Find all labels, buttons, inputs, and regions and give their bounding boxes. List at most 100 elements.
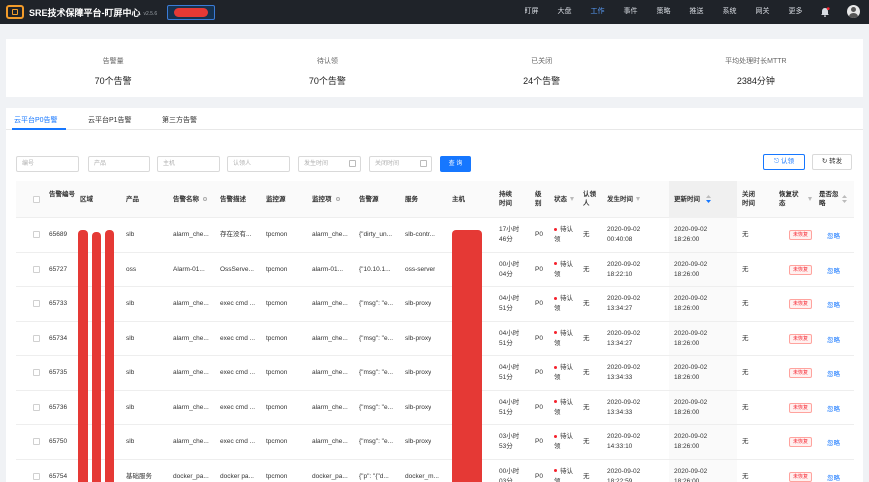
filter-icon[interactable] [570,197,574,202]
cell-status: 待认领 [554,467,573,482]
bell-icon[interactable] [819,6,831,18]
sort-icon[interactable] [842,195,847,203]
cell-service: slb-proxy [405,300,432,307]
filter-icon[interactable] [808,197,812,201]
filter-icon[interactable] [636,197,640,202]
nav-item-work[interactable]: 工作 [581,0,614,24]
table-row[interactable]: 65733 slb alarm_che... exec cmd ... tpcmon al… [16,287,854,322]
cell-claimer: 无 [583,438,590,445]
tab-cloud-p0[interactable]: 云平台P0告警 [14,115,58,125]
product-input[interactable]: 产品 [88,156,150,172]
cell-update-time: 2020-09-02 18:26:00 [674,467,707,482]
cell-update-time: 2020-09-02 18:26:00 [674,329,707,349]
col-alarm-source[interactable]: 告警源 [359,195,379,204]
ignore-link[interactable]: 忽略 [827,403,840,413]
row-checkbox[interactable] [33,472,40,480]
ignore-link[interactable]: 忽略 [827,299,840,309]
tab-third-party[interactable]: 第三方告警 [162,115,197,125]
nav-item-events[interactable]: 事件 [614,0,647,24]
ignore-link[interactable]: 忽略 [827,334,840,344]
cell-product: slb [126,438,135,445]
col-product[interactable]: 产品 [126,195,139,204]
col-item[interactable]: 监控项 [312,195,340,204]
host-input[interactable]: 主机 [157,156,220,172]
nav-item-dashboard[interactable]: 大盘 [548,0,581,24]
col-region[interactable]: 区域 [80,195,93,204]
col-item-label: 监控项 [312,196,332,203]
table-row[interactable]: 65727 oss Alarm-01... OssServe... tpcmon alar… [16,252,854,287]
table-row[interactable]: 65735 slb alarm_che... exec cmd ... tpcmon al… [16,356,854,391]
row-checkbox[interactable] [33,231,40,238]
nav-item-monitor[interactable]: 盯屏 [515,0,548,24]
ack-button[interactable]: ⎋ 认领 [763,154,805,170]
close-time-picker[interactable]: 关闭时间 [369,156,432,172]
start-time-picker[interactable]: 发生时间 [298,156,361,172]
col-status[interactable]: 状态 [554,195,574,204]
claimer-input[interactable]: 认领人 [227,156,290,172]
id-input[interactable]: 编号 [16,156,79,172]
environment-selector[interactable] [167,4,216,20]
row-checkbox[interactable] [33,369,40,376]
cell-start-time: 2020-09-02 13:34:33 [607,363,640,383]
col-host[interactable]: 主机 [452,195,465,204]
ignore-link[interactable]: 忽略 [827,265,840,275]
col-source[interactable]: 监控源 [266,195,286,204]
table-row[interactable]: 65734 slb alarm_che... exec cmd ... tpcmon al… [16,321,854,356]
col-id[interactable]: 告警编号 [49,190,77,199]
stat-label: 告警量 [102,58,124,65]
nav-item-more[interactable]: 更多 [779,0,812,24]
col-claimer[interactable]: 认领人 [583,190,597,208]
forward-button[interactable]: ↻ 转发 [812,154,852,170]
nav-item-gateway[interactable]: 网关 [746,0,779,24]
cell-alarm-source: {"msg": "e... [359,334,394,342]
table-row[interactable]: 65689 slb alarm_che... 存在没有... tpcmon alarm_c… [16,218,854,253]
ignore-link[interactable]: 忽略 [827,472,840,482]
redacted-region [92,232,101,482]
col-duration[interactable]: 持续时间 [499,190,517,208]
select-all-checkbox[interactable] [33,196,40,203]
col-ignore[interactable]: 是否忽略 [819,190,839,208]
cell-id: 65735 [49,369,68,376]
col-recover-status[interactable]: 恢复状态 [779,190,799,208]
cell-service: oss-server [405,265,436,273]
ignore-link[interactable]: 忽略 [827,230,840,240]
nav-item-policy[interactable]: 策略 [647,0,680,24]
col-name[interactable]: 告警名称 [173,195,207,204]
col-update-time[interactable]: 更新时间 [674,195,711,204]
cell-claimer: 无 [583,231,590,238]
search-icon[interactable] [203,197,207,202]
table-row[interactable]: 65750 slb alarm_che... exec cmd ... tpcmon al… [16,425,854,460]
col-desc[interactable]: 告警描述 [220,195,246,204]
cell-level: P0 [535,472,543,480]
redacted-environment [174,7,209,17]
col-close-time[interactable]: 关闭时间 [742,190,760,208]
table-row[interactable]: 65754 基础服务 docker_pa... docker pa... tpcmon d… [16,459,854,482]
search-icon[interactable] [335,197,340,202]
col-level[interactable]: 级别 [535,190,545,208]
tab-cloud-p1[interactable]: 云平台P1告警 [88,115,132,125]
cell-close-time: 无 [742,369,749,376]
alarm-panel: 云平台P0告警 云平台P1告警 第三方告警 编号 产品 主机 认领人 发生时间 … [6,108,863,482]
row-checkbox[interactable] [33,334,40,342]
table-header: 告警编号 区域 产品 告警名称 告警描述 监控源 监控项 告警源 服务 主机 持… [16,181,854,218]
search-button[interactable]: 查 询 [440,156,471,172]
col-start-time[interactable]: 发生时间 [607,195,640,204]
row-checkbox[interactable] [33,300,40,307]
col-service[interactable]: 服务 [405,195,418,204]
cell-name: alarm_che... [173,403,209,411]
stat-value: 70个告警 [94,76,132,86]
row-checkbox[interactable] [33,265,40,273]
status-text: 待认 [560,433,573,440]
user-avatar[interactable] [847,5,860,18]
row-checkbox[interactable] [33,438,40,445]
ignore-link[interactable]: 忽略 [827,368,840,378]
stat-mttr: 平均处理时长MTTR 2384分钟 [649,39,863,97]
nav-item-push[interactable]: 推送 [680,0,713,24]
cell-claimer: 无 [583,403,590,411]
cell-service: slb-proxy [405,403,432,411]
nav-item-system[interactable]: 系统 [713,0,746,24]
sort-icon[interactable] [705,195,711,204]
ignore-link[interactable]: 忽略 [827,437,840,447]
table-row[interactable]: 65736 slb alarm_che... exec cmd ... tpcmon al… [16,390,854,425]
row-checkbox[interactable] [33,403,40,411]
